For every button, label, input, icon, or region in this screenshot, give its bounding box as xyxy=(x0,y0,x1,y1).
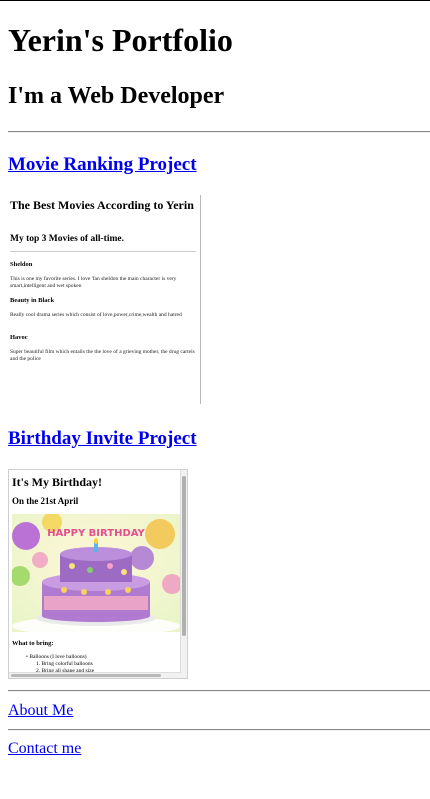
bring-item: • Balloons (I love balloons) xyxy=(26,654,87,660)
preview-vertical-scrollbar[interactable] xyxy=(180,470,187,678)
divider xyxy=(8,729,430,731)
cake-candle-text: HAPPY BIRTHDAY xyxy=(47,528,145,539)
movie-description: Super beautiful film which entails the t… xyxy=(10,349,195,362)
scrollbar-thumb[interactable] xyxy=(11,674,161,677)
divider xyxy=(8,131,430,133)
movie-project-link[interactable]: Movie Ranking Project xyxy=(8,154,197,175)
movie-preview-subtitle: My top 3 Movies of all-time. xyxy=(10,234,124,244)
movie-preview-title: The Best Movies According to Yerin xyxy=(10,198,194,212)
birthday-preview-date: On the 21st April xyxy=(12,496,79,506)
page-title: Yerin's Portfolio xyxy=(8,22,233,58)
movie-name: Beauty in Black xyxy=(10,297,55,304)
about-me-link[interactable]: About Me xyxy=(8,702,73,720)
bring-step: 1. Bring colorful balloons xyxy=(36,661,93,667)
movie-project-preview[interactable]: The Best Movies According to Yerin My to… xyxy=(8,195,201,404)
bring-heading: What to bring: xyxy=(12,640,54,647)
birthday-project-link[interactable]: Birthday Invite Project xyxy=(8,428,197,449)
movie-preview-divider xyxy=(10,251,196,252)
divider xyxy=(8,690,430,692)
page-subtitle: I'm a Web Developer xyxy=(8,83,225,109)
contact-me-link[interactable]: Contact me xyxy=(8,740,81,758)
project-heading-movie: Movie Ranking Project xyxy=(8,154,197,176)
movie-description: This is one my favorite series. I love '… xyxy=(10,276,177,289)
movie-name: Havoc xyxy=(10,334,28,341)
top-border xyxy=(0,0,430,1)
movie-description: Really cool drama series which consist o… xyxy=(10,312,182,318)
movie-name: Sheldon xyxy=(10,261,33,268)
birthday-preview-title: It's My Birthday! xyxy=(12,475,102,489)
project-heading-birthday: Birthday Invite Project xyxy=(8,428,197,450)
birthday-cake-image: HAPPY BIRTHDAY xyxy=(12,514,180,632)
preview-horizontal-scrollbar[interactable] xyxy=(9,672,181,678)
scrollbar-thumb[interactable] xyxy=(182,476,186,636)
birthday-project-preview[interactable]: It's My Birthday! On the 21st April HAPP… xyxy=(8,469,188,679)
